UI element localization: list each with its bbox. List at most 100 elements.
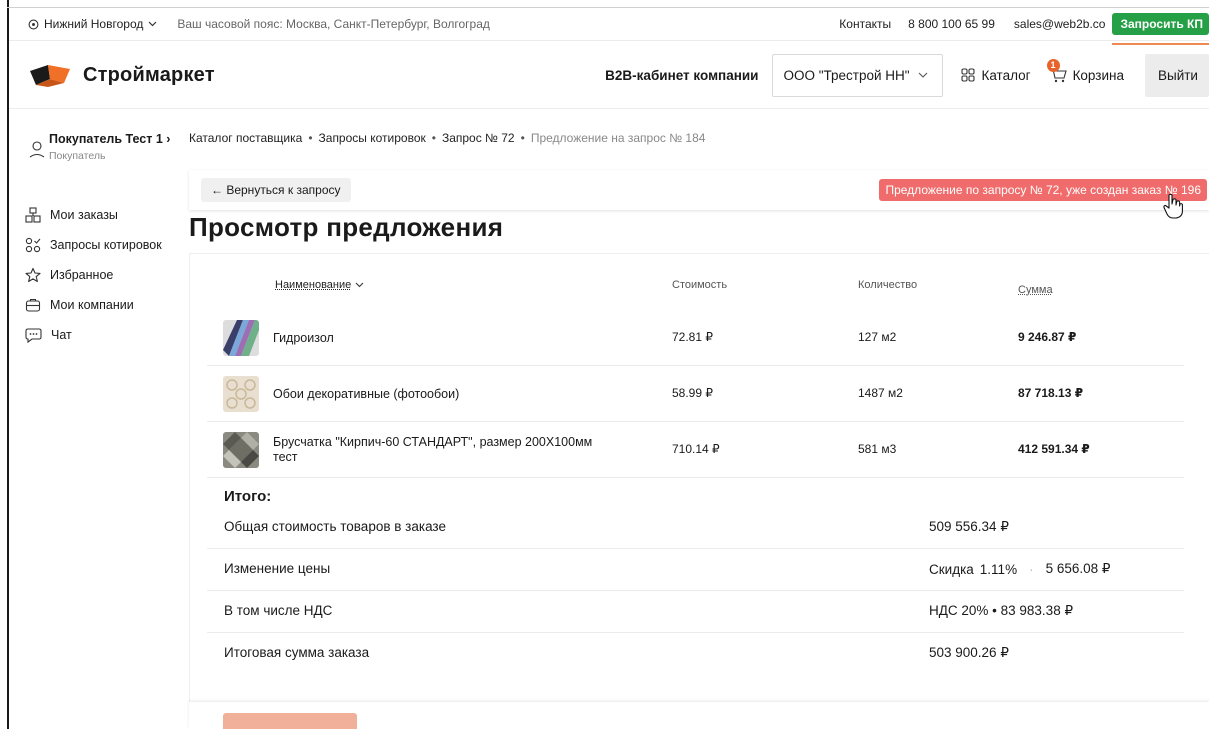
sidebar-item-label: Мои компании bbox=[50, 298, 134, 312]
breadcrumb: Каталог поставщика • Запросы котировок •… bbox=[189, 131, 705, 145]
cart-link[interactable]: 1 Корзина bbox=[1046, 59, 1124, 83]
logo-text: Строймаркет bbox=[83, 63, 215, 86]
total-value: 503 900.26 ₽ bbox=[929, 645, 1009, 660]
sidebar-item-companies[interactable]: Мои компании bbox=[25, 290, 162, 320]
product-qty: 581 м3 bbox=[858, 442, 897, 456]
column-header-qty: Количество bbox=[858, 279, 918, 291]
breadcrumb-separator: • bbox=[520, 131, 525, 145]
grid-icon bbox=[961, 68, 976, 82]
top-bar: Нижний Новгород Ваш часовой пояс: Москва… bbox=[9, 8, 1209, 45]
b2b-cabinet-label: B2B-кабинет компании bbox=[605, 67, 759, 83]
total-label: Итоговая сумма заказа bbox=[224, 645, 370, 660]
total-row-final: Итоговая сумма заказа 503 900.26 ₽ bbox=[207, 633, 1184, 675]
page-title: Просмотр предложения bbox=[189, 212, 504, 242]
product-cost: 72.81 ₽ bbox=[672, 330, 713, 344]
totals-title: Итого: bbox=[224, 488, 272, 505]
breadcrumb-separator: • bbox=[431, 131, 436, 145]
chevron-down-icon bbox=[148, 21, 157, 27]
discount-amount: 5 656.08 ₽ bbox=[1045, 561, 1111, 576]
email-link[interactable]: sales@web2b.co bbox=[1014, 17, 1106, 31]
sidebar-item-label: Мои заказы bbox=[50, 208, 118, 222]
cart-count-badge: 1 bbox=[1046, 59, 1060, 72]
product-sum: 87 718.13 ₽ bbox=[1018, 386, 1084, 400]
column-header-name[interactable]: Наименование bbox=[275, 279, 364, 291]
city-selector[interactable]: Нижний Новгород bbox=[28, 17, 157, 31]
request-kp-button[interactable]: Запросить КП bbox=[1112, 13, 1209, 45]
total-value: 509 556.34 ₽ bbox=[929, 519, 1009, 534]
product-thumbnail bbox=[223, 432, 259, 468]
sidebar-menu: Мои заказы Запросы котировок Избранное М… bbox=[25, 200, 162, 350]
window-frame bbox=[7, 0, 9, 729]
star-icon bbox=[25, 267, 41, 283]
logout-button[interactable]: Выйти bbox=[1145, 53, 1209, 97]
sidebar-item-label: Избранное bbox=[50, 268, 114, 282]
chevron-down-icon bbox=[355, 282, 364, 288]
timezone-text: Ваш часовой пояс: Москва, Санкт-Петербур… bbox=[177, 17, 490, 31]
user-chevron: › bbox=[166, 132, 171, 146]
cart-label: Корзина bbox=[1072, 67, 1124, 83]
sidebar-item-label: Чат bbox=[51, 328, 72, 342]
product-qty: 1487 м2 bbox=[858, 386, 903, 400]
product-sum: 9 246.87 ₽ bbox=[1018, 330, 1077, 344]
discount-value: Скидка 1.11% · 5 656.08 ₽ bbox=[929, 561, 1110, 577]
product-sum: 412 591.34 ₽ bbox=[1018, 442, 1090, 456]
product-qty: 127 м2 bbox=[858, 330, 897, 344]
catalog-link[interactable]: Каталог bbox=[961, 67, 1031, 83]
total-row-price-change: Изменение цены Скидка 1.11% · 5 656.08 ₽ bbox=[207, 549, 1184, 591]
total-label: Изменение цены bbox=[224, 561, 331, 576]
company-select[interactable]: ООО "Трестрой НН" bbox=[772, 53, 944, 97]
total-label: В том числе НДС bbox=[224, 603, 333, 618]
sidebar-item-quotes[interactable]: Запросы котировок bbox=[25, 230, 162, 260]
catalog-label: Каталог bbox=[981, 67, 1031, 83]
company-icon bbox=[25, 298, 41, 312]
phone-link[interactable]: 8 800 100 65 99 bbox=[908, 17, 995, 31]
product-cost: 710.14 ₽ bbox=[672, 442, 720, 456]
table-row[interactable]: Обои декоративные (фотообои) 58.99 ₽ 148… bbox=[207, 366, 1184, 422]
logo[interactable]: Строймаркет bbox=[28, 63, 215, 87]
chevron-down-icon bbox=[918, 72, 927, 78]
user-role: Покупатель bbox=[49, 150, 106, 162]
user-block[interactable]: Покупатель Тест 1 › Покупатель bbox=[29, 132, 170, 162]
location-icon bbox=[28, 19, 39, 29]
user-name: Покупатель Тест 1 bbox=[49, 132, 163, 146]
sidebar-item-label: Запросы котировок bbox=[50, 238, 162, 252]
back-button[interactable]: ← Вернуться к запросу bbox=[201, 178, 351, 202]
discount-label: Скидка bbox=[929, 561, 974, 577]
chat-icon bbox=[25, 328, 42, 343]
table-row[interactable]: Брусчатка "Кирпич-60 СТАНДАРТ", размер 2… bbox=[207, 422, 1184, 478]
product-thumbnail bbox=[223, 320, 259, 356]
sidebar-item-orders[interactable]: Мои заказы bbox=[25, 200, 162, 230]
total-label: Общая стоимость товаров в заказе bbox=[224, 519, 446, 534]
city-name: Нижний Новгород bbox=[44, 17, 144, 31]
orders-icon bbox=[25, 207, 41, 223]
order-created-notice[interactable]: Предложение по запросу № 72, уже создан … bbox=[879, 179, 1207, 201]
quotes-icon bbox=[25, 237, 41, 253]
sidebar-item-chat[interactable]: Чат bbox=[25, 320, 162, 350]
user-icon bbox=[29, 141, 45, 158]
total-value: НДС 20% • 83 983.38 ₽ bbox=[929, 603, 1074, 618]
total-row-vat: В том числе НДС НДС 20% • 83 983.38 ₽ bbox=[207, 591, 1184, 633]
company-name: ООО "Трестрой НН" bbox=[783, 67, 910, 83]
total-row-goods: Общая стоимость товаров в заказе 509 556… bbox=[207, 507, 1184, 549]
action-bar: ← Вернуться к запросу Предложение по зап… bbox=[189, 170, 1209, 210]
table-row[interactable]: Гидроизол 72.81 ₽ 127 м2 9 246.87 ₽ bbox=[207, 310, 1184, 366]
product-name: Брусчатка "Кирпич-60 СТАНДАРТ", размер 2… bbox=[273, 435, 593, 464]
logo-icon bbox=[30, 65, 70, 87]
contacts-link[interactable]: Контакты bbox=[839, 17, 891, 31]
sidebar-item-favorites[interactable]: Избранное bbox=[25, 260, 162, 290]
create-order-button[interactable] bbox=[223, 713, 357, 729]
breadcrumb-current: Предложение на запрос № 184 bbox=[530, 131, 706, 145]
bottom-action-bar bbox=[189, 702, 1209, 729]
column-header-label: Наименование bbox=[275, 279, 352, 291]
product-name: Обои декоративные (фотообои) bbox=[273, 386, 460, 401]
breadcrumb-link[interactable]: Запрос № 72 bbox=[442, 131, 515, 145]
hand-cursor-icon bbox=[1163, 193, 1183, 219]
breadcrumb-link[interactable]: Запросы котировок bbox=[319, 131, 426, 145]
breadcrumb-separator: • bbox=[308, 131, 313, 145]
column-header-sum[interactable]: Сумма bbox=[1018, 284, 1053, 296]
column-header-cost: Стоимость bbox=[672, 279, 728, 291]
breadcrumb-link[interactable]: Каталог поставщика bbox=[189, 131, 302, 145]
separator: · bbox=[1029, 561, 1034, 577]
header: Строймаркет B2B-кабинет компании ООО "Тр… bbox=[9, 42, 1209, 109]
discount-percent: 1.11% bbox=[979, 561, 1018, 577]
